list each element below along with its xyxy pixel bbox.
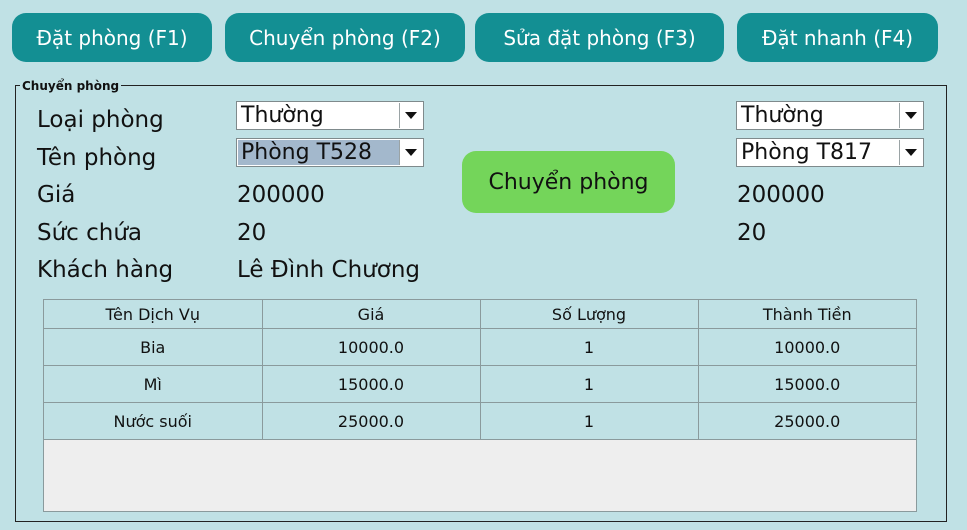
- source-room-type-select[interactable]: Thường: [236, 101, 424, 130]
- quick-book-button[interactable]: Đặt nhanh (F4): [737, 13, 938, 62]
- source-room-name-select[interactable]: Phòng T528: [236, 138, 424, 167]
- target-room-type-select[interactable]: Thường: [736, 101, 924, 130]
- service-quantity-cell[interactable]: 1: [479, 328, 699, 366]
- service-name-cell[interactable]: Nước suối: [44, 402, 263, 440]
- column-header-service[interactable]: Tên Dịch Vụ: [44, 300, 263, 329]
- service-quantity-cell[interactable]: 1: [479, 365, 699, 403]
- source-room-type-value: Thường: [241, 103, 324, 128]
- target-room-name-select[interactable]: Phòng T817: [736, 138, 924, 167]
- chevron-down-icon[interactable]: [899, 103, 922, 128]
- service-name-cell[interactable]: Mì: [44, 365, 263, 403]
- chevron-down-icon[interactable]: [899, 140, 922, 165]
- move-room-tab-button[interactable]: Chuyển phòng (F2): [225, 13, 465, 62]
- target-capacity-value: 20: [737, 220, 767, 246]
- book-room-button[interactable]: Đặt phòng (F1): [12, 13, 212, 62]
- panel-title: Chuyển phòng: [20, 79, 122, 93]
- service-total-cell[interactable]: 10000.0: [697, 328, 916, 366]
- service-total-cell[interactable]: 15000.0: [697, 365, 916, 403]
- services-table: Tên Dịch Vụ Giá Số Lượng Thành Tiền Bia …: [43, 299, 917, 512]
- chevron-down-icon[interactable]: [399, 140, 422, 165]
- service-total-cell[interactable]: 25000.0: [697, 402, 916, 440]
- source-room-name-value: Phòng T528: [238, 140, 399, 165]
- price-label: Giá: [37, 182, 76, 208]
- table-row[interactable]: Nước suối 25000.0 1 25000.0: [44, 402, 916, 440]
- room-name-label: Tên phòng: [37, 145, 157, 171]
- target-price-value: 200000: [737, 182, 825, 208]
- chevron-down-icon[interactable]: [399, 103, 422, 128]
- move-room-button[interactable]: Chuyển phòng: [462, 151, 675, 213]
- edit-booking-button[interactable]: Sửa đặt phòng (F3): [475, 13, 724, 62]
- room-type-label: Loại phòng: [37, 107, 164, 133]
- capacity-label: Sức chứa: [37, 220, 143, 246]
- column-header-quantity[interactable]: Số Lượng: [479, 300, 699, 329]
- table-row[interactable]: Bia 10000.0 1 10000.0: [44, 328, 916, 366]
- source-capacity-value: 20: [237, 220, 267, 246]
- service-price-cell[interactable]: 15000.0: [261, 365, 481, 403]
- table-row[interactable]: Mì 15000.0 1 15000.0: [44, 365, 916, 403]
- source-price-value: 200000: [237, 182, 325, 208]
- service-quantity-cell[interactable]: 1: [479, 402, 699, 440]
- table-header-row: Tên Dịch Vụ Giá Số Lượng Thành Tiền: [44, 300, 916, 329]
- service-price-cell[interactable]: 25000.0: [261, 402, 481, 440]
- column-header-total[interactable]: Thành Tiền: [697, 300, 916, 329]
- column-header-price[interactable]: Giá: [261, 300, 481, 329]
- customer-name-value: Lê Đình Chương: [237, 257, 421, 283]
- target-room-name-value: Phòng T817: [741, 140, 873, 165]
- service-price-cell[interactable]: 10000.0: [261, 328, 481, 366]
- customer-label: Khách hàng: [37, 257, 174, 283]
- service-name-cell[interactable]: Bia: [44, 328, 263, 366]
- target-room-type-value: Thường: [741, 103, 824, 128]
